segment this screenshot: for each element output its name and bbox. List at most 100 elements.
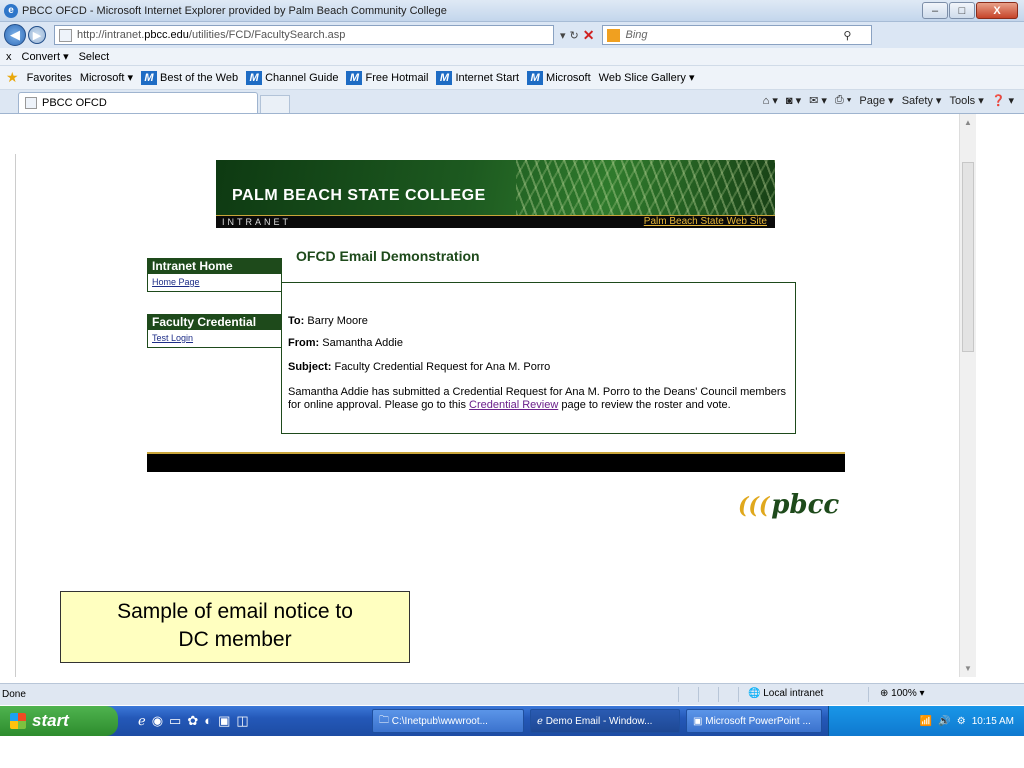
window-title: PBCC OFCD - Microsoft Internet Explorer … [22,4,447,17]
status-bar: Done 🌐 Local intranet ⊕ 100% ▾ [0,683,1024,705]
email-to: To: Barry Moore [288,315,368,327]
sidebar-header: Intranet Home [148,259,281,274]
test-login-link[interactable]: Test Login [148,330,281,347]
college-banner: PALM BEACH STATE COLLEGE INTRANET Palm B… [216,160,775,228]
zoom-level[interactable]: ⊕ 100% ▾ [880,688,925,699]
clock[interactable]: 10:15 AM [972,716,1014,727]
forward-button[interactable]: ▶ [28,26,46,44]
maximize-button[interactable]: □ [949,2,975,19]
callout-line-2: DC member [178,628,292,651]
pbcc-logo: (((pbcc [738,490,839,520]
banner-title: PALM BEACH STATE COLLEGE [232,187,486,204]
print-icon[interactable]: ⎙ ▾ [835,94,851,107]
credential-review-link[interactable]: Credential Review [469,399,558,411]
page-viewport-top [15,114,959,154]
email-body: Samantha Addie has submitted a Credentia… [288,386,786,411]
page-icon [25,97,37,109]
home-page-link[interactable]: Home Page [148,274,281,291]
minimize-button[interactable]: – [922,2,948,19]
callout-line-1: Sample of email notice to [117,600,353,623]
fav-item-microsoft[interactable]: M Microsoft [527,70,591,85]
fav-item-internet-start[interactable]: M Internet Start [436,70,519,85]
bing-icon [607,28,621,42]
volume-icon[interactable]: 🔊 [938,716,950,727]
ie-quicklaunch-icon[interactable]: ℯ [138,713,146,729]
network-icon[interactable]: 📶 [920,716,932,727]
search-input[interactable]: Bing ⚲ [602,25,873,45]
msn-icon: M [246,70,263,85]
tools-menu[interactable]: Tools ▾ [949,94,983,107]
email-preview: To: Barry Moore From: Samantha Addie Sub… [281,282,796,434]
sidebar-header: Faculty Credential [148,315,281,330]
tray-app-icon[interactable]: ⚙ [957,716,966,727]
app-icon[interactable]: ✿ [187,713,198,729]
web-site-link[interactable]: Palm Beach State Web Site [644,216,767,227]
ie-icon: e [4,3,18,18]
close-button[interactable]: X [976,2,1018,19]
sidebar-faculty-credential: Faculty Credential Test Login [147,314,282,348]
windows-flag-icon [10,713,26,729]
taskbar-item-demo-email[interactable]: ℯ Demo Email - Window... [530,709,680,733]
refresh-icon[interactable]: ↻ [570,29,579,42]
globe-icon: 🌐 [748,688,761,699]
tab-tools: ⌂ ▾ ◙ ▾ ✉ ▾ ⎙ ▾ Page ▾ Safety ▾ Tools ▾ … [763,94,1014,107]
dropdown-icon[interactable]: ▾ [560,29,566,42]
msn-icon: M [527,70,544,85]
address-row: ◀ ▶ http://intranet. pbcc.edu/utilities/F… [0,22,1024,48]
home-icon[interactable]: ⌂ ▾ [763,94,778,107]
scrollbar-thumb[interactable] [962,162,974,352]
page-icon [59,28,72,42]
tab-pbcc-ofcd[interactable]: PBCC OFCD [18,92,258,113]
stop-icon[interactable]: ✕ [583,27,595,44]
convert-toolbar: x Convert ▾ Select [0,48,1024,66]
vertical-scrollbar[interactable]: ▲ ▼ [959,114,976,677]
back-button[interactable]: ◀ [4,24,26,46]
help-icon[interactable]: ❓ ▾ [992,94,1014,107]
safety-menu[interactable]: Safety ▾ [902,94,942,107]
select-button[interactable]: Select [79,51,110,63]
email-from: From: Samantha Addie [288,337,403,349]
mail-icon[interactable]: ✉ ▾ [809,94,827,107]
fav-item-best-of-web[interactable]: M Best of the Web [141,70,238,85]
taskbar-item-explorer[interactable]: 🗀 C:\Inetpub\wwwroot... [372,709,524,733]
quick-launch: ℯ ◉ ▭ ✿ ◐ ▣ ◫ [138,713,249,729]
scroll-down-icon[interactable]: ▼ [964,664,972,673]
sidebar-intranet-home: Intranet Home Home Page [147,258,282,292]
folder-icon[interactable]: ▭ [169,713,181,729]
new-tab-button[interactable] [260,95,290,113]
email-subject: Subject: Faculty Credential Request for … [288,361,551,373]
banner-strip: INTRANET Palm Beach State Web Site [216,215,775,228]
status-text: Done [2,689,26,700]
favorites-bar: ★ Favorites Microsoft ▾ M Best of the Web… [0,66,1024,90]
page-footer-bar [147,452,845,472]
search-placeholder: Bing [625,29,648,41]
window-controls: – □ X [922,2,1018,19]
folder-icon: 🗀 [379,714,392,726]
app-icon[interactable]: ◐ [204,713,212,729]
fav-item-web-slice-gallery[interactable]: Web Slice Gallery ▾ [599,71,695,84]
start-button[interactable]: start [0,706,118,736]
powerpoint-icon[interactable]: ◫ [236,713,248,729]
fav-item-channel-guide[interactable]: M Channel Guide [246,70,338,85]
search-icon[interactable]: ⚲ [843,29,851,42]
url-domain: pbcc.edu [144,29,189,41]
taskbar-item-powerpoint[interactable]: ▣ Microsoft PowerPoint ... [686,709,822,733]
favorites-star-icon[interactable]: ★ [6,69,19,86]
app-icon[interactable]: ▣ [218,713,230,729]
address-bar[interactable]: http://intranet. pbcc.edu/utilities/FCD/F… [54,25,554,45]
logo-swoosh-icon: ((( [738,493,770,519]
favorites-button[interactable]: Favorites [27,72,72,84]
url-suffix: /utilities/FCD/FacultySearch.asp [188,29,346,41]
logo-text: pbcc [771,490,840,520]
ie-icon: ℯ [537,715,546,727]
fav-item-microsoft-menu[interactable]: Microsoft ▾ [80,71,133,84]
firefox-icon[interactable]: ◉ [152,713,163,729]
close-toolbar-icon[interactable]: x [6,51,12,63]
window-titlebar: e PBCC OFCD - Microsoft Internet Explore… [0,0,1024,22]
url-prefix: http://intranet. [77,29,145,41]
page-menu[interactable]: Page ▾ [859,94,893,107]
scroll-up-icon[interactable]: ▲ [964,118,972,127]
convert-button[interactable]: Convert ▾ [22,50,69,63]
fav-item-free-hotmail[interactable]: M Free Hotmail [346,70,428,85]
feeds-icon[interactable]: ◙ ▾ [786,94,801,107]
